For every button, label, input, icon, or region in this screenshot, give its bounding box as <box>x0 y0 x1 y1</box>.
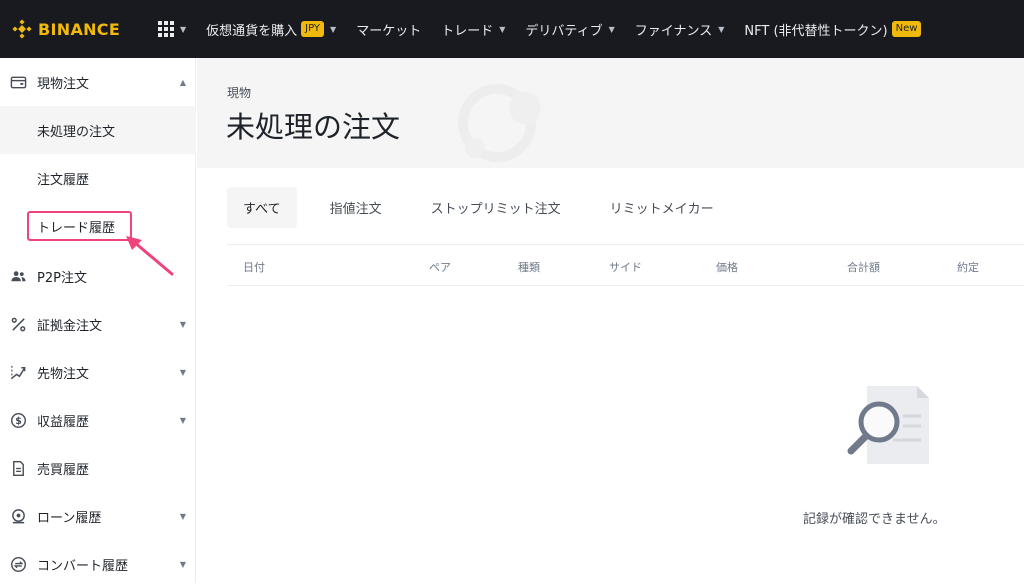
grid-icon <box>158 21 174 37</box>
nav-markets[interactable]: マーケット <box>356 20 421 39</box>
sidebar-item-open-orders[interactable]: 未処理の注文 <box>0 106 196 154</box>
orders-table-header: 日付 ペア 種類 サイド 価格 合計額 約定 <box>227 244 1024 286</box>
order-type-tabs: すべて 指値注文 ストップリミット注文 リミットメイカー <box>227 187 747 228</box>
nav-trade[interactable]: トレード ▼ <box>441 20 505 39</box>
sidebar-item-label: 証拠金注文 <box>37 318 103 334</box>
logo-text: BINANCE <box>38 19 121 39</box>
nav-label: マーケット <box>356 23 422 39</box>
sidebar-item-label: 現物注文 <box>37 76 90 92</box>
column-header-type: 種類 <box>518 261 540 274</box>
nav-label: 仮想通貨を購入 <box>206 23 298 39</box>
annotation-highlight-box <box>27 211 132 241</box>
caret-down-icon: ▼ <box>179 367 186 377</box>
column-header-pair: ペア <box>429 261 451 274</box>
column-header-total: 合計額 <box>847 261 880 274</box>
sidebar-item-earn-history[interactable]: $ 収益履歴 ▼ <box>0 396 196 444</box>
caret-down-icon: ▼ <box>180 24 187 34</box>
nav-label: トレード <box>441 23 494 39</box>
caret-down-icon: ▼ <box>179 319 186 329</box>
caret-down-icon: ▼ <box>330 24 337 34</box>
top-navbar: BINANCE ▼ 仮想通貨を購入 JPY ▼ マーケット トレード ▼ デリバ… <box>0 0 1024 58</box>
sidebar-item-label: コンバート履歴 <box>37 558 129 574</box>
sidebar-item-margin-orders[interactable]: 証拠金注文 ▼ <box>0 300 196 348</box>
nav-derivatives[interactable]: デリバティブ ▼ <box>525 20 614 39</box>
sidebar-item-futures-orders[interactable]: 先物注文 ▼ <box>0 348 196 396</box>
loan-icon <box>9 507 27 525</box>
caret-down-icon: ▼ <box>608 24 615 34</box>
tab-limit-maker[interactable]: リミットメイカー <box>594 187 730 228</box>
sidebar-item-loan-history[interactable]: ローン履歴 ▼ <box>0 492 196 540</box>
dollar-icon: $ <box>9 411 27 429</box>
nav-finance[interactable]: ファイナンス ▼ <box>635 20 725 39</box>
futures-icon <box>9 363 27 381</box>
svg-text:$: $ <box>15 415 22 426</box>
main-nav: 仮想通貨を購入 JPY ▼ マーケット トレード ▼ デリバティブ ▼ ファイナ… <box>206 20 941 39</box>
sidebar-item-buy-sell-history[interactable]: 売買履歴 <box>0 444 196 492</box>
tab-limit-order[interactable]: 指値注文 <box>314 187 398 228</box>
sidebar-item-order-history[interactable]: 注文履歴 <box>0 154 196 202</box>
nav-buy-crypto[interactable]: 仮想通貨を購入 JPY ▼ <box>206 20 336 39</box>
caret-down-icon: ▼ <box>179 559 186 569</box>
column-header-price: 価格 <box>716 261 738 274</box>
annotation-arrow-icon <box>126 236 174 276</box>
wallet-icon <box>9 73 27 91</box>
page-title: 未処理の注文 <box>226 110 401 144</box>
sidebar-item-convert-history[interactable]: コンバート履歴 ▼ <box>0 540 196 588</box>
tab-stop-limit-order[interactable]: ストップリミット注文 <box>415 187 577 228</box>
convert-icon <box>9 555 27 573</box>
new-badge: New <box>891 21 922 37</box>
sidebar: 現物注文 ▲ 未処理の注文 注文履歴 トレード履歴 P2P注文 証拠金注文 ▼ … <box>0 58 196 583</box>
binance-logo[interactable]: BINANCE <box>12 19 140 39</box>
currency-badge: JPY <box>301 21 325 37</box>
page-header: 現物 未処理の注文 <box>197 58 1024 168</box>
sidebar-item-label: 先物注文 <box>37 366 90 382</box>
column-header-side: サイド <box>609 261 642 274</box>
caret-up-icon: ▲ <box>179 77 186 87</box>
nav-label: NFT (非代替性トークン) <box>744 23 888 39</box>
magnifier-document-icon <box>847 386 929 464</box>
caret-down-icon: ▼ <box>718 24 725 34</box>
percent-icon <box>9 315 27 333</box>
sidebar-item-label: 未処理の注文 <box>37 124 116 140</box>
breadcrumb[interactable]: 現物 <box>227 84 251 101</box>
nav-nft[interactable]: NFT (非代替性トークン) New <box>744 20 922 39</box>
tab-all[interactable]: すべて <box>227 187 297 228</box>
document-icon <box>9 459 27 477</box>
empty-state-message: 記録が確認できません。 <box>803 512 946 527</box>
users-icon <box>9 267 27 285</box>
sidebar-item-spot-orders[interactable]: 現物注文 ▲ <box>0 58 196 106</box>
header-watermark-icon <box>458 84 541 162</box>
caret-down-icon: ▼ <box>179 511 186 521</box>
sidebar-item-label: P2P注文 <box>37 270 87 286</box>
sidebar-item-label: ローン履歴 <box>37 510 102 526</box>
caret-down-icon: ▼ <box>499 24 506 34</box>
sidebar-item-label: 注文履歴 <box>37 172 90 188</box>
binance-logo-icon <box>12 19 32 39</box>
column-header-date: 日付 <box>243 261 265 274</box>
apps-menu-button[interactable]: ▼ <box>158 21 186 37</box>
nav-label: ファイナンス <box>634 23 713 39</box>
sidebar-item-label: 売買履歴 <box>37 462 90 478</box>
caret-down-icon: ▼ <box>179 415 186 425</box>
column-header-filled: 約定 <box>957 261 979 274</box>
nav-label: デリバティブ <box>525 23 603 39</box>
sidebar-item-label: 収益履歴 <box>37 414 90 430</box>
